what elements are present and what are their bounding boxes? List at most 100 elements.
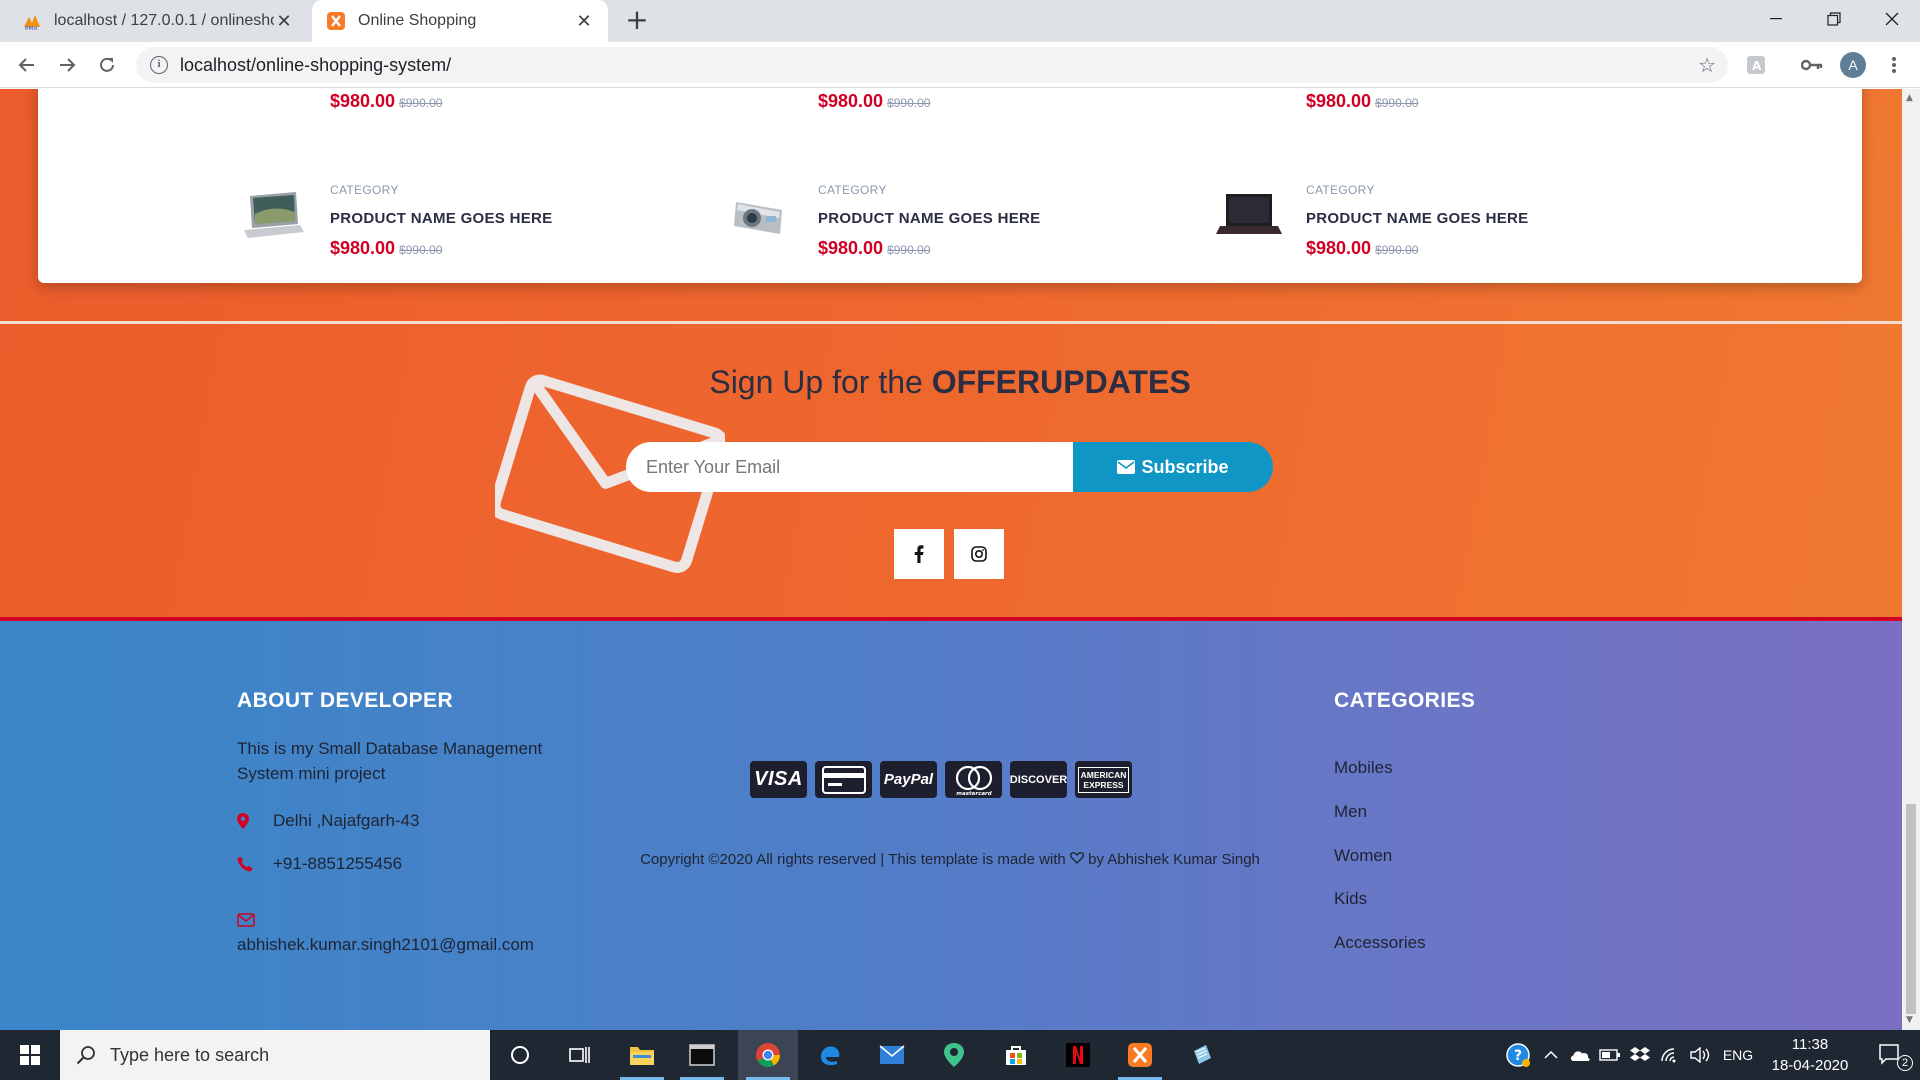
file-explorer-icon[interactable]	[612, 1030, 672, 1080]
newsletter-form: Subscribe	[626, 442, 1274, 492]
notepad-icon[interactable]	[1172, 1030, 1232, 1080]
subscribe-button[interactable]: Subscribe	[1073, 442, 1273, 492]
category-link-kids[interactable]: Kids	[1334, 889, 1367, 909]
products-widget: $980.00 $990.00 CATEGORY PRODUCT NAME GOE…	[38, 89, 1862, 283]
netflix-icon[interactable]	[1048, 1030, 1108, 1080]
tab-online-shopping[interactable]: Online Shopping ✕	[312, 0, 608, 42]
mastercard-icon: mastercard	[945, 761, 1002, 798]
dropbox-icon[interactable]	[1626, 1030, 1654, 1080]
address-line: Delhi ,Najafgarh-43	[237, 811, 419, 831]
onedrive-icon[interactable]	[1566, 1030, 1594, 1080]
edge-icon[interactable]	[800, 1030, 860, 1080]
notifications-icon[interactable]: 2	[1866, 1030, 1916, 1080]
product-category: CATEGORY	[818, 183, 887, 197]
product-name[interactable]: PRODUCT NAME GOES HERE	[1306, 210, 1528, 227]
key-icon[interactable]	[1800, 53, 1824, 77]
help-icon[interactable]: ?	[1500, 1030, 1536, 1080]
close-icon[interactable]: ✕	[574, 11, 594, 32]
newsletter-title: Sign Up for the OFFERUPDATES	[709, 364, 1191, 400]
scroll-up-icon[interactable]: ▲	[1906, 93, 1913, 103]
email-text: abhishek.kumar.singh2101@gmail.com	[237, 935, 534, 954]
menu-dots-icon[interactable]	[1882, 53, 1906, 77]
map-marker-icon	[237, 813, 249, 829]
email-input[interactable]	[626, 442, 1076, 492]
windows-start-icon[interactable]	[0, 1030, 60, 1080]
tab-title: localhost / 127.0.0.1 / onlineshop	[54, 12, 274, 29]
restore-icon[interactable]	[1806, 0, 1862, 38]
category-link-women[interactable]: Women	[1334, 846, 1392, 866]
clock-date: 18-04-2020	[1771, 1057, 1849, 1074]
instagram-button[interactable]	[954, 529, 1004, 579]
product-item[interactable]: $980.00 $990.00 CATEGORY PRODUCT NAME GOE…	[1214, 89, 1634, 283]
chrome-icon[interactable]	[738, 1030, 798, 1080]
terminal-icon[interactable]	[672, 1030, 732, 1080]
address-bar[interactable]: i localhost/online-shopping-system/ ☆	[136, 47, 1728, 83]
task-view-icon[interactable]	[550, 1030, 610, 1080]
envelope-icon	[237, 913, 255, 927]
footer: ABOUT DEVELOPER This is my Small Databas…	[0, 621, 1902, 1030]
tab-title: Online Shopping	[358, 12, 477, 29]
search-icon	[76, 1046, 95, 1065]
maps-app-icon[interactable]	[924, 1030, 984, 1080]
minimize-icon[interactable]	[1748, 0, 1804, 38]
browser-toolbar: i localhost/online-shopping-system/ ☆ A …	[0, 42, 1920, 88]
browser-tab-bar: PMA localhost / 127.0.0.1 / onlineshop ✕…	[0, 0, 1920, 42]
search-placeholder: Type here to search	[110, 1044, 270, 1065]
svg-text:PMA: PMA	[25, 26, 38, 31]
svg-text:?: ?	[1514, 1048, 1522, 1064]
clock-time: 11:38	[1791, 1036, 1829, 1053]
close-icon[interactable]: ✕	[274, 11, 294, 32]
volume-icon[interactable]	[1686, 1030, 1716, 1080]
product-name[interactable]: PRODUCT NAME GOES HERE	[330, 210, 552, 227]
credit-card-icon	[815, 761, 872, 798]
category-link-mobiles[interactable]: Mobiles	[1334, 758, 1393, 778]
facebook-icon	[914, 545, 924, 563]
tab-phpmyadmin[interactable]: PMA localhost / 127.0.0.1 / onlineshop ✕	[8, 0, 308, 42]
svg-text:A: A	[1752, 59, 1762, 73]
facebook-button[interactable]	[894, 529, 944, 579]
store-icon[interactable]	[986, 1030, 1046, 1080]
about-developer-heading: ABOUT DEVELOPER	[237, 689, 454, 712]
section-divider	[0, 321, 1902, 324]
xampp-icon[interactable]	[1110, 1030, 1170, 1080]
back-icon[interactable]	[12, 50, 42, 80]
product-name[interactable]: PRODUCT NAME GOES HERE	[818, 210, 1040, 227]
phone-text: +91-8851255456	[273, 854, 403, 873]
product-price-cut: $980.00 $990.00	[818, 91, 931, 111]
heart-icon	[1069, 852, 1085, 864]
cortana-icon[interactable]	[490, 1030, 550, 1080]
discover-icon: DISCOVER	[1010, 761, 1067, 798]
wifi-icon[interactable]	[1656, 1030, 1684, 1080]
category-link-men[interactable]: Men	[1334, 802, 1367, 822]
phone-icon	[237, 856, 253, 872]
product-item[interactable]: $980.00 $990.00 CATEGORY PRODUCT NAME GOE…	[726, 89, 1146, 283]
chevron-up-icon[interactable]	[1538, 1030, 1564, 1080]
battery-icon[interactable]	[1596, 1030, 1624, 1080]
info-icon[interactable]: i	[150, 56, 168, 74]
notification-count: 2	[1897, 1055, 1913, 1071]
about-text: This is my Small Database Management Sys…	[237, 739, 543, 783]
mail-icon[interactable]	[862, 1030, 922, 1080]
envelope-icon	[1117, 460, 1136, 474]
payment-methods: VISA PayPal mastercard DISCOVER AMERICAN…	[750, 761, 1132, 798]
product-price: $980.00 $990.00	[330, 238, 443, 258]
categories-heading: CATEGORIES	[1334, 689, 1476, 712]
subscribe-label: Subscribe	[1141, 456, 1229, 477]
close-window-icon[interactable]	[1864, 0, 1920, 38]
clock[interactable]: 11:38 18-04-2020	[1760, 1034, 1860, 1076]
new-tab-button[interactable]: +	[622, 6, 652, 36]
product-item[interactable]: $980.00 $990.00 CATEGORY PRODUCT NAME GOE…	[238, 89, 658, 283]
profile-avatar[interactable]: A	[1840, 52, 1866, 78]
scrollbar-thumb[interactable]	[1906, 804, 1916, 1014]
address-text: Delhi ,Najafgarh-43	[273, 811, 420, 830]
language-indicator[interactable]: ENG	[1718, 1030, 1758, 1080]
reload-icon[interactable]	[92, 50, 122, 80]
category-link-accessories[interactable]: Accessories	[1334, 933, 1426, 953]
scroll-down-icon[interactable]: ▼	[1906, 1015, 1913, 1025]
extension-icon[interactable]: A	[1744, 53, 1768, 77]
page-viewport: $980.00 $990.00 CATEGORY PRODUCT NAME GOE…	[0, 89, 1902, 1030]
forward-icon[interactable]	[52, 50, 82, 80]
page-scrollbar[interactable]: ▲ ▼	[1902, 89, 1920, 1030]
bookmark-star-icon[interactable]: ☆	[1698, 53, 1716, 77]
taskbar-search[interactable]: Type here to search	[60, 1030, 490, 1080]
